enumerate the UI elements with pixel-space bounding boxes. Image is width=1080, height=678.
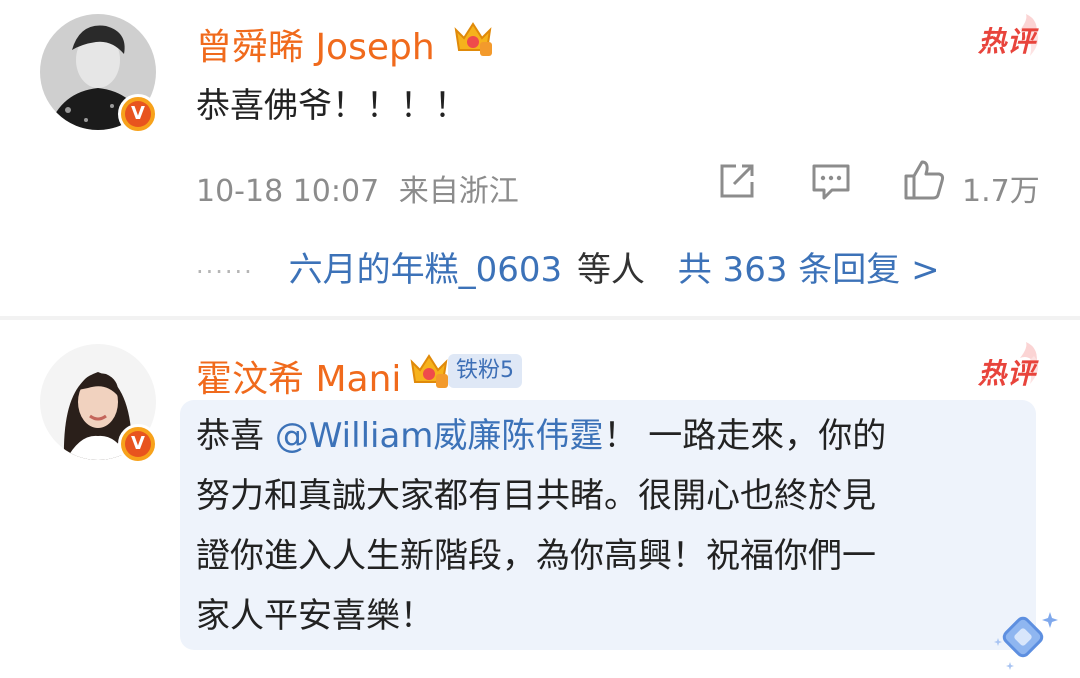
- comment-item: V 曾舜晞 Joseph 热评 恭喜佛爷！！！！ 10-18 10:07 来自浙…: [0, 0, 1080, 315]
- comment-text-rest: ！ 一路走來，你的: [603, 416, 887, 456]
- username[interactable]: 曾舜晞 Joseph: [196, 18, 435, 70]
- view-replies-link[interactable]: 共 363 条回复 >: [678, 250, 940, 290]
- comment-text-line: 家人平安喜樂！: [196, 596, 434, 636]
- avatar[interactable]: V: [40, 344, 158, 464]
- avatar[interactable]: V: [40, 14, 158, 134]
- comment-text-prefix: 恭喜: [196, 416, 275, 456]
- divider: [0, 316, 1080, 320]
- reply-dots: ······: [196, 257, 254, 286]
- share-icon[interactable]: [716, 160, 758, 202]
- hot-comment-label: 热评: [977, 25, 1036, 58]
- sparkle-icon: [994, 612, 1058, 670]
- username[interactable]: 霍汶希 Mani: [196, 350, 401, 402]
- reply-user-link[interactable]: 六月的年糕_0603: [289, 250, 563, 290]
- crown-icon: [410, 354, 448, 388]
- comment-text-line: 努力和真誠大家都有目共睹。很開心也終於見: [196, 476, 876, 516]
- reply-suffix: 等人: [576, 250, 645, 290]
- timestamp: 10-18 10:07: [196, 174, 380, 209]
- comment-meta: 10-18 10:07 来自浙江: [196, 166, 519, 210]
- verified-badge-icon: V: [118, 424, 158, 464]
- comment-text: 恭喜佛爷！！！！: [196, 86, 468, 126]
- fan-badge: 铁粉5: [448, 354, 522, 388]
- comment-text-line: 證你進入人生新階段，為你高興！祝福你們一: [196, 536, 876, 576]
- mention-link[interactable]: @William威廉陈伟霆: [275, 416, 604, 456]
- verified-badge-icon: V: [118, 94, 158, 134]
- comment-icon[interactable]: [810, 160, 852, 202]
- location: 来自浙江: [398, 174, 519, 209]
- like-icon[interactable]: [902, 158, 946, 202]
- crown-icon: [454, 22, 492, 56]
- hot-comment-label: 热评: [977, 357, 1036, 390]
- like-count: 1.7万: [962, 174, 1040, 209]
- reply-summary[interactable]: ······ 六月的年糕_0603 等人 共 363 条回复 >: [196, 242, 940, 291]
- comment-text-line: 恭喜 @William威廉陈伟霆！ 一路走來，你的: [196, 406, 886, 466]
